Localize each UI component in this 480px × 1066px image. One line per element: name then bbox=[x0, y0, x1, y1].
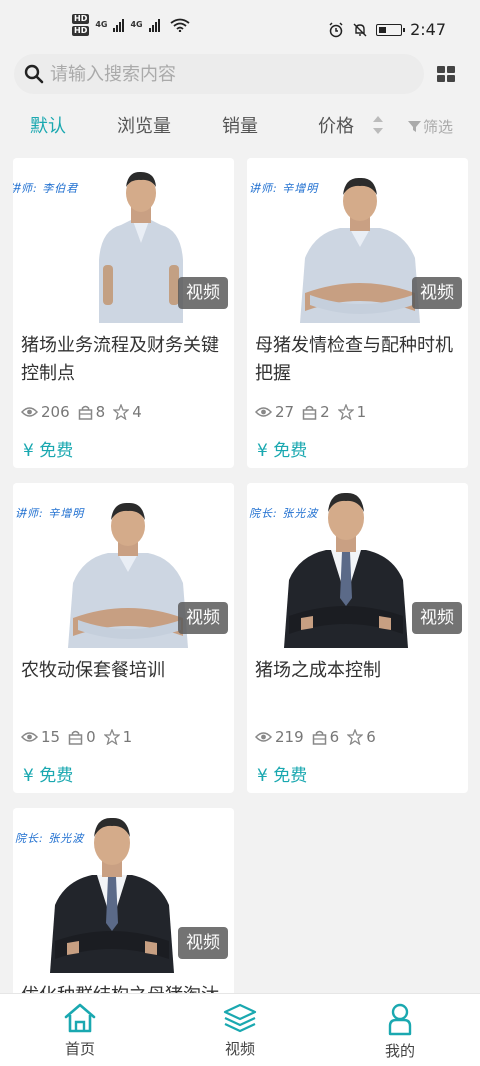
course-title: 猪场之成本控制 bbox=[255, 660, 381, 681]
user-icon bbox=[388, 1003, 412, 1036]
network-type-2: 4G bbox=[130, 20, 143, 29]
hd-badge-2: HD bbox=[72, 26, 90, 36]
battery-icon bbox=[376, 23, 406, 36]
course-thumbnail: 讲师: 辛增明 视频 bbox=[13, 483, 234, 648]
course-title: 猪场业务流程及财务关键控制点 bbox=[21, 335, 219, 384]
nav-video[interactable]: 视频 bbox=[200, 1002, 280, 1059]
star-icon bbox=[113, 404, 130, 420]
course-price: ¥ 免费 bbox=[257, 441, 308, 461]
sales-count: 8 bbox=[95, 403, 106, 421]
lecturer-photo bbox=[284, 492, 408, 648]
star-icon bbox=[347, 729, 364, 745]
lecturer-caption: 讲师: 李伯君 bbox=[13, 182, 79, 195]
favorite-count: 6 bbox=[366, 728, 376, 746]
course-title: 农牧动保套餐培训 bbox=[21, 660, 165, 681]
tab-views[interactable]: 浏览量 bbox=[117, 112, 171, 138]
nav-home[interactable]: 首页 bbox=[40, 1002, 120, 1059]
grid-view-icon[interactable] bbox=[437, 66, 455, 82]
view-count: 27 bbox=[275, 403, 295, 421]
alarm-icon bbox=[329, 21, 343, 37]
eye-icon bbox=[255, 732, 272, 742]
lecturer-photo bbox=[68, 502, 188, 648]
course-card[interactable]: 讲师: 辛增明 视频 母猪发情检查与配种时机把握 27 2 1 ¥ 免费 bbox=[247, 158, 468, 468]
course-card[interactable]: 讲师: 辛增明 视频 农牧动保套餐培训 15 0 1 ¥ 免费 bbox=[13, 483, 234, 793]
video-badge: 视频 bbox=[412, 277, 462, 309]
status-bar: HD HD 4G 4G 2:47 bbox=[0, 0, 480, 44]
course-title: 母猪发情检查与配种时机把握 bbox=[255, 335, 453, 384]
video-badge: 视频 bbox=[412, 602, 462, 634]
nav-video-label: 视频 bbox=[224, 1040, 255, 1058]
filter-button[interactable]: 筛选 bbox=[408, 116, 453, 137]
eye-icon bbox=[255, 407, 272, 417]
signal-icon bbox=[113, 18, 125, 32]
mute-bell-icon bbox=[353, 23, 367, 36]
nav-home-label: 首页 bbox=[64, 1040, 95, 1058]
course-thumbnail: 院长: 张光波 视频 bbox=[247, 483, 468, 648]
bottom-navigation: 首页 视频 我的 bbox=[0, 993, 480, 1066]
wifi-icon bbox=[170, 18, 190, 32]
tab-sales[interactable]: 销量 bbox=[222, 112, 258, 138]
course-card[interactable]: 讲师: 李伯君 视频 猪场业务流程及财务关键控制点 206 8 4 ¥ 免费 bbox=[13, 158, 234, 468]
lecturer-photo bbox=[50, 817, 174, 973]
course-thumbnail: 院长: 张光波 视频 bbox=[13, 808, 234, 973]
bag-icon bbox=[302, 405, 317, 420]
course-stats: 27 2 1 bbox=[255, 403, 374, 421]
sort-arrows-icon[interactable] bbox=[372, 114, 384, 136]
favorite-count: 4 bbox=[132, 403, 142, 421]
filter-icon bbox=[408, 121, 421, 132]
nav-mine[interactable]: 我的 bbox=[360, 1002, 440, 1061]
eye-icon bbox=[21, 407, 38, 417]
nav-mine-label: 我的 bbox=[384, 1042, 415, 1060]
star-icon bbox=[103, 729, 120, 745]
signal-icon bbox=[148, 18, 160, 32]
search-icon bbox=[24, 64, 44, 84]
tab-price[interactable]: 价格 bbox=[318, 112, 354, 138]
clock: 2:47 bbox=[410, 20, 446, 39]
course-thumbnail: 讲师: 辛增明 视频 bbox=[247, 158, 468, 323]
system-status: 2:47 bbox=[328, 20, 446, 39]
view-count: 219 bbox=[275, 728, 304, 746]
video-badge: 视频 bbox=[178, 277, 228, 309]
course-price: ¥ 免费 bbox=[23, 441, 74, 461]
sales-count: 6 bbox=[329, 728, 340, 746]
course-stats: 206 8 4 bbox=[21, 403, 150, 421]
bag-icon bbox=[68, 730, 83, 745]
course-price: ¥ 免费 bbox=[257, 766, 308, 786]
bag-icon bbox=[78, 405, 92, 420]
star-icon bbox=[337, 404, 354, 420]
search-bar[interactable] bbox=[14, 54, 424, 94]
video-badge: 视频 bbox=[178, 927, 228, 959]
course-stats: 15 0 1 bbox=[21, 728, 140, 746]
sales-count: 0 bbox=[86, 728, 96, 746]
course-thumbnail: 讲师: 李伯君 视频 bbox=[13, 158, 234, 323]
network-type-1: 4G bbox=[95, 20, 108, 29]
view-count: 15 bbox=[41, 728, 61, 746]
home-icon bbox=[64, 1003, 96, 1033]
lecturer-photo bbox=[99, 171, 183, 323]
bag-icon bbox=[312, 730, 326, 745]
lecturer-photo bbox=[300, 177, 420, 323]
course-price: ¥ 免费 bbox=[23, 766, 74, 786]
course-card[interactable]: 院长: 张光波 视频 猪场之成本控制 219 6 6 ¥ 免费 bbox=[247, 483, 468, 793]
course-stats: 219 6 6 bbox=[255, 728, 384, 746]
search-input[interactable] bbox=[50, 63, 410, 85]
hd-badge-1: HD bbox=[72, 14, 90, 24]
sales-count: 2 bbox=[320, 403, 330, 421]
tab-default[interactable]: 默认 bbox=[30, 112, 66, 138]
network-indicators: HD HD 4G 4G bbox=[72, 14, 190, 36]
eye-icon bbox=[21, 732, 38, 742]
favorite-count: 1 bbox=[356, 403, 367, 421]
view-count: 206 bbox=[41, 403, 70, 421]
layers-icon bbox=[223, 1003, 257, 1033]
filter-label: 筛选 bbox=[423, 118, 454, 136]
video-badge: 视频 bbox=[178, 602, 228, 634]
sort-tabs: 默认 浏览量 销量 价格 筛选 bbox=[0, 102, 480, 146]
favorite-count: 1 bbox=[122, 728, 133, 746]
